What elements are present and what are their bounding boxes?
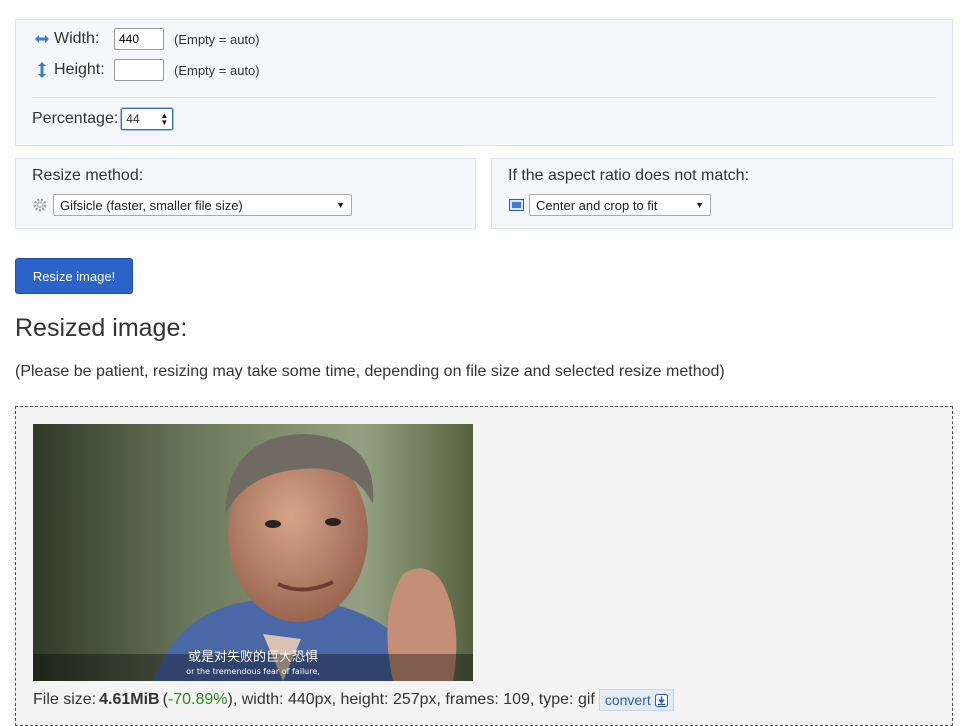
result-container: 或是对失败的巨大恐惧 or the tremendous fear of fai… — [15, 406, 953, 726]
width-label: Width: — [54, 30, 100, 47]
resize-method-panel: Resize method: Gifsicle (faster, smaller… — [15, 158, 476, 229]
spinner-arrows-icon[interactable]: ▲ ▼ — [160, 112, 168, 127]
subtitle-english: or the tremendous fear of failure, — [186, 667, 320, 676]
width-input[interactable] — [114, 28, 164, 50]
patience-note: (Please be patient, resizing may take so… — [15, 363, 725, 380]
height-label: Height: — [54, 61, 105, 78]
percentage-stepper[interactable]: 44 ▲ ▼ — [121, 108, 174, 130]
width-hint: (Empty = auto) — [174, 31, 260, 47]
aspect-ratio-title: If the aspect ratio does not match: — [508, 167, 750, 184]
convert-label: convert — [604, 692, 651, 708]
aspect-ratio-panel: If the aspect ratio does not match: Cent… — [491, 158, 953, 229]
file-details: , width: 440px, height: 257px, frames: 1… — [232, 691, 595, 708]
file-size-label: File size: — [33, 691, 97, 708]
aspect-ratio-selected: Center and crop to fit — [536, 197, 658, 213]
file-size-value: 4.61MiB — [99, 691, 160, 708]
resized-image-heading: Resized image: — [15, 314, 188, 342]
percentage-row: Percentage: 44 ▲ ▼ — [32, 108, 174, 130]
resize-method-selected: Gifsicle (faster, smaller file size) — [60, 197, 243, 213]
height-hint: (Empty = auto) — [174, 62, 260, 78]
convert-link[interactable]: convert — [598, 689, 674, 711]
resize-method-title: Resize method: — [32, 167, 144, 184]
percentage-label: Percentage: — [32, 110, 119, 127]
height-row: Height: (Empty = auto) — [32, 58, 260, 82]
dimensions-panel: Width: (Empty = auto) Height: (Empty = a… — [15, 19, 953, 146]
resize-button[interactable]: Resize image! — [15, 258, 133, 294]
download-icon — [654, 693, 668, 707]
subtitle-chinese: 或是对失败的巨大恐惧 — [188, 649, 318, 665]
height-input[interactable] — [114, 59, 164, 81]
dimensions-divider — [32, 97, 936, 98]
aspect-ratio-row: Center and crop to fit ▼ — [508, 194, 711, 216]
aspect-ratio-select[interactable]: Center and crop to fit ▼ — [529, 194, 711, 216]
resized-gif-preview: 或是对失败的巨大恐惧 or the tremendous fear of fai… — [33, 424, 473, 681]
resize-method-select[interactable]: Gifsicle (faster, smaller file size) ▼ — [53, 194, 352, 216]
gear-icon — [32, 197, 48, 213]
width-row: Width: (Empty = auto) — [32, 27, 260, 51]
crop-frame-icon — [508, 197, 524, 213]
percentage-value: 44 — [126, 112, 140, 126]
file-size-change: -70.89% — [167, 691, 228, 708]
vertical-arrows-icon — [32, 61, 52, 79]
resize-method-row: Gifsicle (faster, smaller file size) ▼ — [32, 194, 352, 216]
chevron-down-icon: ▼ — [336, 200, 345, 210]
horizontal-arrows-icon — [32, 34, 52, 44]
chevron-down-icon: ▼ — [695, 200, 704, 210]
file-info: File size: 4.61MiB (-70.89%), width: 440… — [33, 689, 674, 711]
video-frame-illustration: 或是对失败的巨大恐惧 or the tremendous fear of fai… — [33, 424, 473, 681]
